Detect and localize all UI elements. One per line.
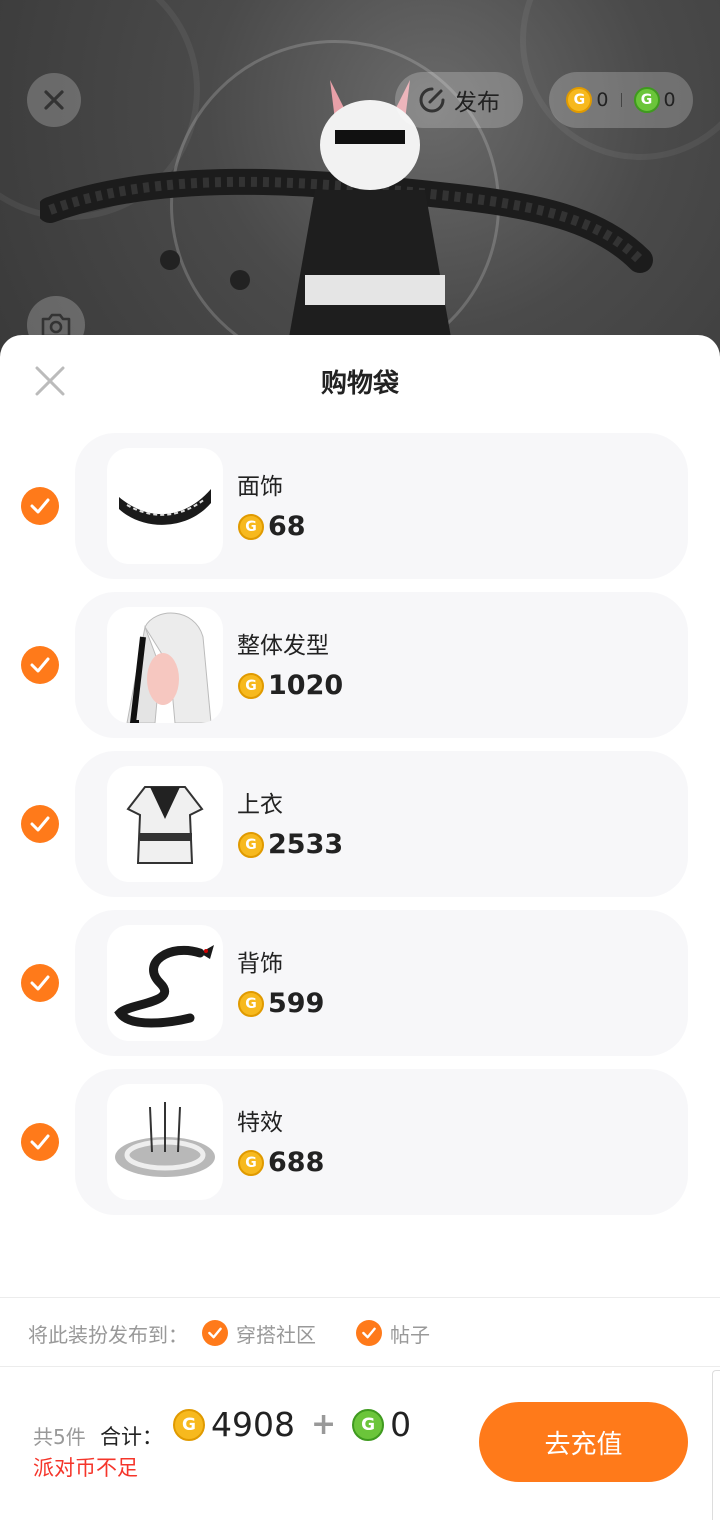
currency-balance[interactable]: G 0 G 0	[549, 72, 693, 128]
item-thumbnail	[107, 766, 223, 882]
item-name: 特效	[237, 1110, 283, 1136]
publish-label: 发布	[454, 90, 500, 116]
close-icon	[44, 90, 64, 110]
face-accessory-image	[119, 489, 211, 525]
list-item: 上衣 G 2533	[0, 751, 720, 897]
item-thumbnail	[107, 448, 223, 564]
item-price: G 599	[238, 988, 324, 1019]
item-name: 上衣	[237, 792, 283, 818]
check-icon	[30, 657, 50, 673]
list-item: 面饰 G 68	[0, 433, 720, 579]
item-checkbox[interactable]	[21, 646, 59, 684]
divider	[0, 1297, 720, 1298]
gold-coin-icon: G	[238, 1149, 264, 1176]
item-checkbox[interactable]	[21, 487, 59, 525]
option-outfit-community[interactable]: 穿搭社区	[202, 1319, 316, 1348]
green-total: 0	[390, 1405, 412, 1444]
green-balance: 0	[663, 89, 676, 111]
check-icon	[356, 1320, 382, 1346]
recharge-button[interactable]: 去充值	[479, 1402, 688, 1482]
check-icon	[30, 816, 50, 832]
item-thumbnail	[107, 925, 223, 1041]
scrollbar[interactable]	[712, 1370, 720, 1520]
gold-coin-icon: G	[238, 831, 264, 858]
gold-total: 4908	[211, 1405, 295, 1444]
item-thumbnail	[107, 1084, 223, 1200]
item-price: G 2533	[238, 829, 343, 860]
gold-coin-icon: G	[238, 672, 264, 699]
publish-to-label: 将此装扮发布到：	[28, 1322, 188, 1347]
option-label: 帖子	[390, 1322, 430, 1347]
total-price: G 4908 + G 0	[173, 1405, 411, 1444]
item-name: 面饰	[237, 474, 283, 500]
green-coin-icon: G	[352, 1408, 385, 1441]
divider	[0, 1366, 720, 1367]
item-name: 整体发型	[237, 633, 329, 659]
item-count: 共5件	[33, 1425, 86, 1449]
effect-image	[115, 1102, 215, 1177]
item-price-value: 1020	[268, 670, 344, 701]
item-price: G 1020	[238, 670, 343, 701]
gold-coin-icon: G	[238, 513, 264, 540]
publish-icon	[419, 87, 445, 113]
list-item: 特效 G 688	[0, 1069, 720, 1215]
item-price-value: 599	[268, 988, 325, 1019]
gold-coin-icon: G	[173, 1408, 205, 1441]
item-checkbox[interactable]	[21, 805, 59, 843]
publish-targets: 将此装扮发布到： 穿搭社区 帖子	[28, 1318, 430, 1348]
plus-sign: +	[310, 1407, 337, 1442]
item-checkbox[interactable]	[21, 1123, 59, 1161]
hairstyle-image	[126, 612, 212, 723]
item-thumbnail	[107, 607, 223, 723]
gold-coin-icon: G	[238, 990, 264, 1017]
avatar-preview: 发布 G 0 G 0	[0, 0, 720, 360]
item-price-value: 688	[268, 1147, 325, 1178]
option-post[interactable]: 帖子	[356, 1319, 430, 1348]
insufficient-warning: 派对币不足	[33, 1456, 138, 1480]
check-icon	[30, 498, 50, 514]
close-button[interactable]	[27, 73, 81, 127]
list-item: 整体发型 G 1020	[0, 592, 720, 738]
gold-balance: 0	[596, 89, 609, 111]
option-label: 穿搭社区	[236, 1322, 316, 1347]
item-price-value: 2533	[268, 829, 344, 860]
check-icon	[202, 1320, 228, 1346]
top-clothing-image	[126, 786, 204, 864]
item-price: G 68	[238, 511, 306, 542]
item-checkbox[interactable]	[21, 964, 59, 1002]
item-name: 背饰	[237, 951, 283, 977]
green-coin-icon: G	[633, 87, 660, 113]
check-icon	[30, 1134, 50, 1150]
item-price-value: 68	[268, 511, 306, 542]
shopping-bag-sheet: 购物袋 面饰 G 68 整体发型 G 1020 上衣 G 2533 背饰 G 5…	[0, 335, 720, 1520]
check-icon	[30, 975, 50, 991]
list-item: 背饰 G 599	[0, 910, 720, 1056]
item-price: G 688	[238, 1147, 324, 1178]
total-label: 合计：	[100, 1425, 163, 1449]
dragon-back-accessory-image	[114, 945, 214, 1028]
divider	[620, 93, 622, 107]
publish-button[interactable]: 发布	[395, 72, 523, 128]
gold-coin-icon: G	[566, 87, 593, 113]
sheet-title: 购物袋	[320, 369, 399, 399]
